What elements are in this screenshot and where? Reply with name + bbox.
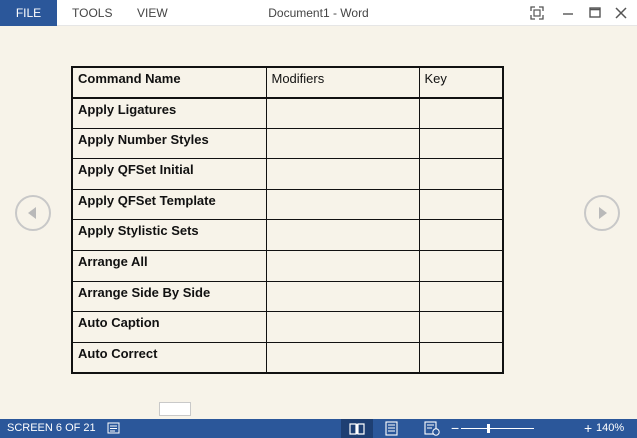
previous-screen-button[interactable]: [15, 195, 51, 231]
previous-screen-icon: [28, 207, 36, 219]
command-name-cell[interactable]: Arrange All: [71, 250, 267, 282]
zoom-level[interactable]: 140%: [596, 419, 624, 438]
key-cell[interactable]: [418, 97, 504, 129]
print-layout-icon[interactable]: [380, 419, 404, 438]
restore-icon[interactable]: [586, 4, 604, 22]
modifiers-cell[interactable]: [265, 127, 420, 160]
command-name-cell[interactable]: Auto Caption: [71, 311, 267, 343]
table-row: Apply QFSet Initial: [71, 158, 504, 190]
table-row: Auto Caption: [71, 311, 504, 343]
title-bar: FILE TOOLS VIEW Document1 - Word: [0, 0, 637, 26]
scrollbar-thumb[interactable]: [159, 402, 191, 416]
zoom-in-button[interactable]: +: [584, 419, 592, 438]
fullscreen-icon[interactable]: [528, 4, 546, 22]
table-row: Auto Correct: [71, 341, 504, 374]
table-row: Apply QFSet Template: [71, 188, 504, 221]
minimize-icon[interactable]: [559, 4, 577, 22]
modifiers-cell[interactable]: [265, 158, 420, 190]
shortcut-table: Command Name Modifiers Key Apply Ligatur…: [71, 66, 504, 374]
table-row: Apply Ligatures: [71, 97, 504, 129]
command-name-cell[interactable]: Apply QFSet Initial: [71, 158, 267, 190]
close-icon[interactable]: [612, 4, 630, 22]
table-row: Apply Stylistic Sets: [71, 219, 504, 252]
view-menu[interactable]: VIEW: [137, 0, 168, 26]
zoom-slider[interactable]: [461, 428, 534, 429]
command-name-cell[interactable]: Auto Correct: [71, 341, 267, 374]
screen-counter[interactable]: SCREEN 6 OF 21: [7, 419, 96, 438]
key-cell[interactable]: [418, 188, 504, 221]
key-cell[interactable]: [418, 280, 504, 313]
command-name-cell[interactable]: Apply Ligatures: [71, 97, 267, 129]
modifiers-cell[interactable]: [265, 311, 420, 343]
key-cell[interactable]: [418, 250, 504, 282]
modifiers-cell[interactable]: [265, 97, 420, 129]
command-name-cell[interactable]: Apply Stylistic Sets: [71, 219, 267, 252]
key-cell[interactable]: [418, 219, 504, 252]
command-name-cell[interactable]: Arrange Side By Side: [71, 280, 267, 313]
key-cell[interactable]: [418, 341, 504, 374]
read-mode-icon[interactable]: [341, 419, 373, 438]
command-name-cell[interactable]: Apply QFSet Template: [71, 188, 267, 221]
next-screen-icon: [599, 207, 607, 219]
tools-menu[interactable]: TOOLS: [72, 0, 112, 26]
modifiers-cell[interactable]: [265, 250, 420, 282]
command-name-cell[interactable]: Apply Number Styles: [71, 127, 267, 160]
modifiers-cell[interactable]: [265, 188, 420, 221]
horizontal-scrollbar[interactable]: [0, 400, 637, 418]
modifiers-cell[interactable]: [265, 280, 420, 313]
table-row: Apply Number Styles: [71, 127, 504, 160]
column-header-key[interactable]: Key: [418, 66, 504, 99]
web-layout-icon[interactable]: [420, 419, 444, 438]
table-header-row: Command Name Modifiers Key: [71, 66, 504, 99]
table-row: Arrange Side By Side: [71, 280, 504, 313]
key-cell[interactable]: [418, 158, 504, 190]
status-bar: SCREEN 6 OF 21 − + 140%: [0, 419, 637, 438]
column-header-command-name[interactable]: Command Name: [71, 66, 267, 99]
key-cell[interactable]: [418, 127, 504, 160]
modifiers-cell[interactable]: [265, 219, 420, 252]
zoom-slider-thumb[interactable]: [487, 424, 490, 433]
file-menu[interactable]: FILE: [0, 0, 57, 26]
next-screen-button[interactable]: [584, 195, 620, 231]
modifiers-cell[interactable]: [265, 341, 420, 374]
table-row: Arrange All: [71, 250, 504, 282]
comments-icon[interactable]: [106, 419, 122, 438]
column-header-modifiers[interactable]: Modifiers: [265, 66, 420, 99]
zoom-out-button[interactable]: −: [451, 419, 459, 438]
key-cell[interactable]: [418, 311, 504, 343]
